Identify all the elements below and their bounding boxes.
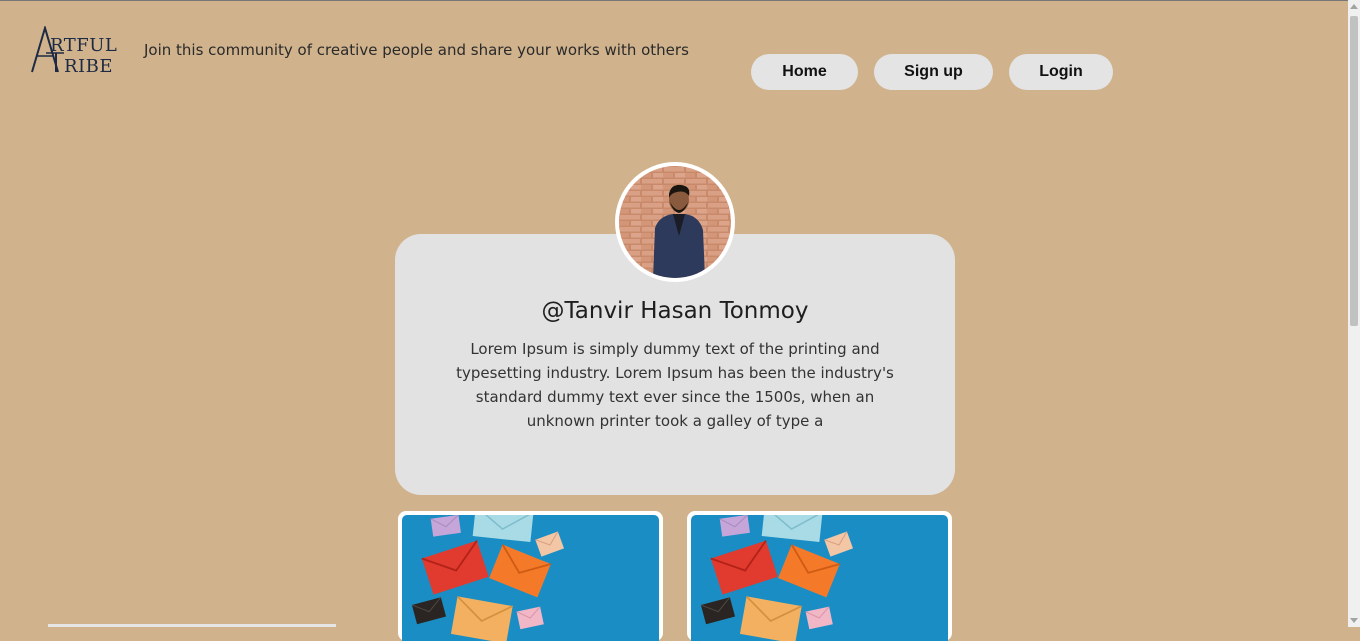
header-tagline: Join this community of creative people a…: [144, 41, 689, 59]
profile-bio: Lorem Ipsum is simply dummy text of the …: [456, 340, 894, 430]
artful-tribe-logo[interactable]: RTFUL RIBE: [30, 24, 128, 77]
window-top-border: [0, 0, 1360, 1]
profile-username: @Tanvir Hasan Tonmoy: [541, 298, 809, 324]
home-button[interactable]: Home: [751, 54, 858, 90]
scroll-down-arrow-icon[interactable]: [1350, 618, 1358, 623]
envelopes-image: [402, 515, 659, 641]
login-button[interactable]: Login: [1009, 54, 1113, 90]
avatar[interactable]: [615, 162, 735, 282]
vertical-scrollbar[interactable]: [1348, 0, 1360, 627]
svg-text:RTFUL: RTFUL: [50, 35, 117, 56]
signup-button[interactable]: Sign up: [874, 54, 993, 90]
envelopes-image: [691, 515, 948, 641]
svg-text:RIBE: RIBE: [64, 56, 113, 74]
post-card[interactable]: [687, 511, 952, 641]
avatar-photo: [619, 166, 731, 278]
logo-mark: RTFUL RIBE: [31, 24, 117, 77]
scroll-up-arrow-icon[interactable]: [1350, 4, 1358, 9]
post-card[interactable]: [398, 511, 663, 641]
scrollbar-thumb[interactable]: [1350, 16, 1358, 326]
